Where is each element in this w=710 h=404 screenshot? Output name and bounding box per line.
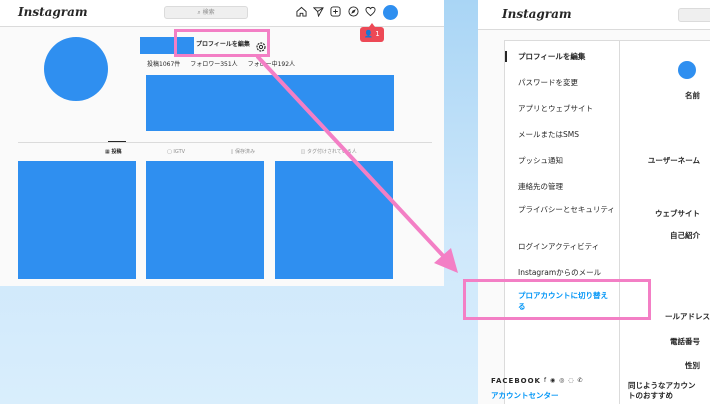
label-username: ユーザーネーム [647, 156, 700, 165]
notification-count: 1 [375, 30, 380, 38]
form-profile-avatar[interactable] [678, 61, 696, 79]
switch-pro-highlight [463, 279, 651, 320]
activity-heart-icon[interactable] [365, 6, 376, 20]
following-count[interactable]: フォロー中192人 [248, 61, 295, 68]
posts-count: 投稿1067件 [147, 61, 181, 68]
facebook-app-icons: f ◉ ◎ ◌ ✆ [544, 377, 584, 384]
tab-saved[interactable]: ▯ 保存済み [231, 149, 277, 155]
tab-tagged[interactable]: ◫ タグ付けされている人 [301, 149, 379, 155]
menu-item-push-notifications[interactable]: プッシュ通知 [505, 155, 619, 166]
search-input[interactable] [678, 8, 710, 22]
label-website: ウェブサイト [655, 209, 700, 218]
followers-count[interactable]: フォロワー351人 [190, 61, 237, 68]
label-name: 名前 [685, 91, 700, 100]
explore-compass-icon[interactable] [348, 6, 359, 20]
top-nav-bar: Instagram [478, 0, 710, 30]
profile-tabs: ▦ 投稿 ▢ IGTV ▯ 保存済み ◫ タグ付けされている人 [105, 148, 401, 155]
user-icon: 👤 [364, 30, 373, 38]
label-gender: 性別 [685, 361, 700, 370]
settings-menu: プロフィールを編集 パスワードを変更 アプリとウェブサイト メールまたはSMS … [504, 40, 620, 404]
notification-badge[interactable]: 👤 1 [360, 23, 384, 42]
facebook-label: FACEBOOK [491, 377, 541, 385]
instagram-settings-screenshot: Instagram プロフィールを編集 パスワードを変更 アプリとウェブサイト … [478, 0, 710, 404]
menu-item-change-password[interactable]: パスワードを変更 [505, 77, 619, 88]
search-placeholder: 検索 [202, 9, 215, 16]
menu-item-manage-contacts[interactable]: 連絡先の管理 [505, 181, 619, 192]
menu-item-login-activity[interactable]: ログインアクティビティ [505, 241, 619, 252]
profile-avatar-nav[interactable] [383, 5, 398, 20]
label-email: ールアドレス [665, 312, 710, 321]
label-bio: 自己紹介 [670, 231, 700, 240]
profile-stats: 投稿1067件 フォロワー351人 フォロー中192人 [147, 59, 303, 68]
profile-avatar[interactable] [44, 37, 108, 101]
instagram-logo[interactable]: Instagram [502, 7, 572, 21]
edit-profile-form: 名前 ユーザーネーム ウェブサイト 自己紹介 ールアドレス 電話番号 性別 同じ… [620, 40, 710, 404]
tabs-divider [18, 142, 432, 143]
label-phone: 電話番号 [670, 337, 700, 346]
active-tab-indicator [108, 141, 126, 142]
post-thumbnail[interactable] [146, 161, 264, 279]
instagram-profile-screenshot: Instagram ⌕ 検索 👤 1 プロフィールを編集 投稿1067件 フォロ… [0, 0, 444, 286]
menu-item-edit-profile[interactable]: プロフィールを編集 [505, 51, 619, 62]
settings-gear-icon[interactable] [255, 38, 267, 57]
top-nav-bar: Instagram ⌕ 検索 [0, 0, 444, 27]
new-post-icon[interactable] [330, 6, 341, 20]
post-thumbnail[interactable] [18, 161, 136, 279]
post-thumbnail[interactable] [275, 161, 393, 279]
tab-igtv[interactable]: ▢ IGTV [167, 149, 207, 155]
tab-posts[interactable]: ▦ 投稿 [105, 149, 143, 155]
direct-message-icon[interactable] [313, 6, 324, 20]
home-icon[interactable] [296, 6, 307, 20]
menu-item-instagram-emails[interactable]: Instagramからのメール [505, 267, 619, 278]
label-similar-accounts: 同じようなアカウントのおすすめ [628, 381, 696, 400]
menu-item-apps-websites[interactable]: アプリとウェブサイト [505, 103, 619, 114]
account-center-link[interactable]: アカウントセンター [491, 390, 559, 401]
menu-item-email-sms[interactable]: メールまたはSMS [505, 129, 619, 140]
menu-item-privacy-security[interactable]: プライバシーとセキュリティ [505, 204, 615, 215]
bio-redacted [146, 75, 394, 131]
instagram-logo[interactable]: Instagram [18, 5, 88, 19]
search-input[interactable]: ⌕ 検索 [164, 6, 248, 19]
